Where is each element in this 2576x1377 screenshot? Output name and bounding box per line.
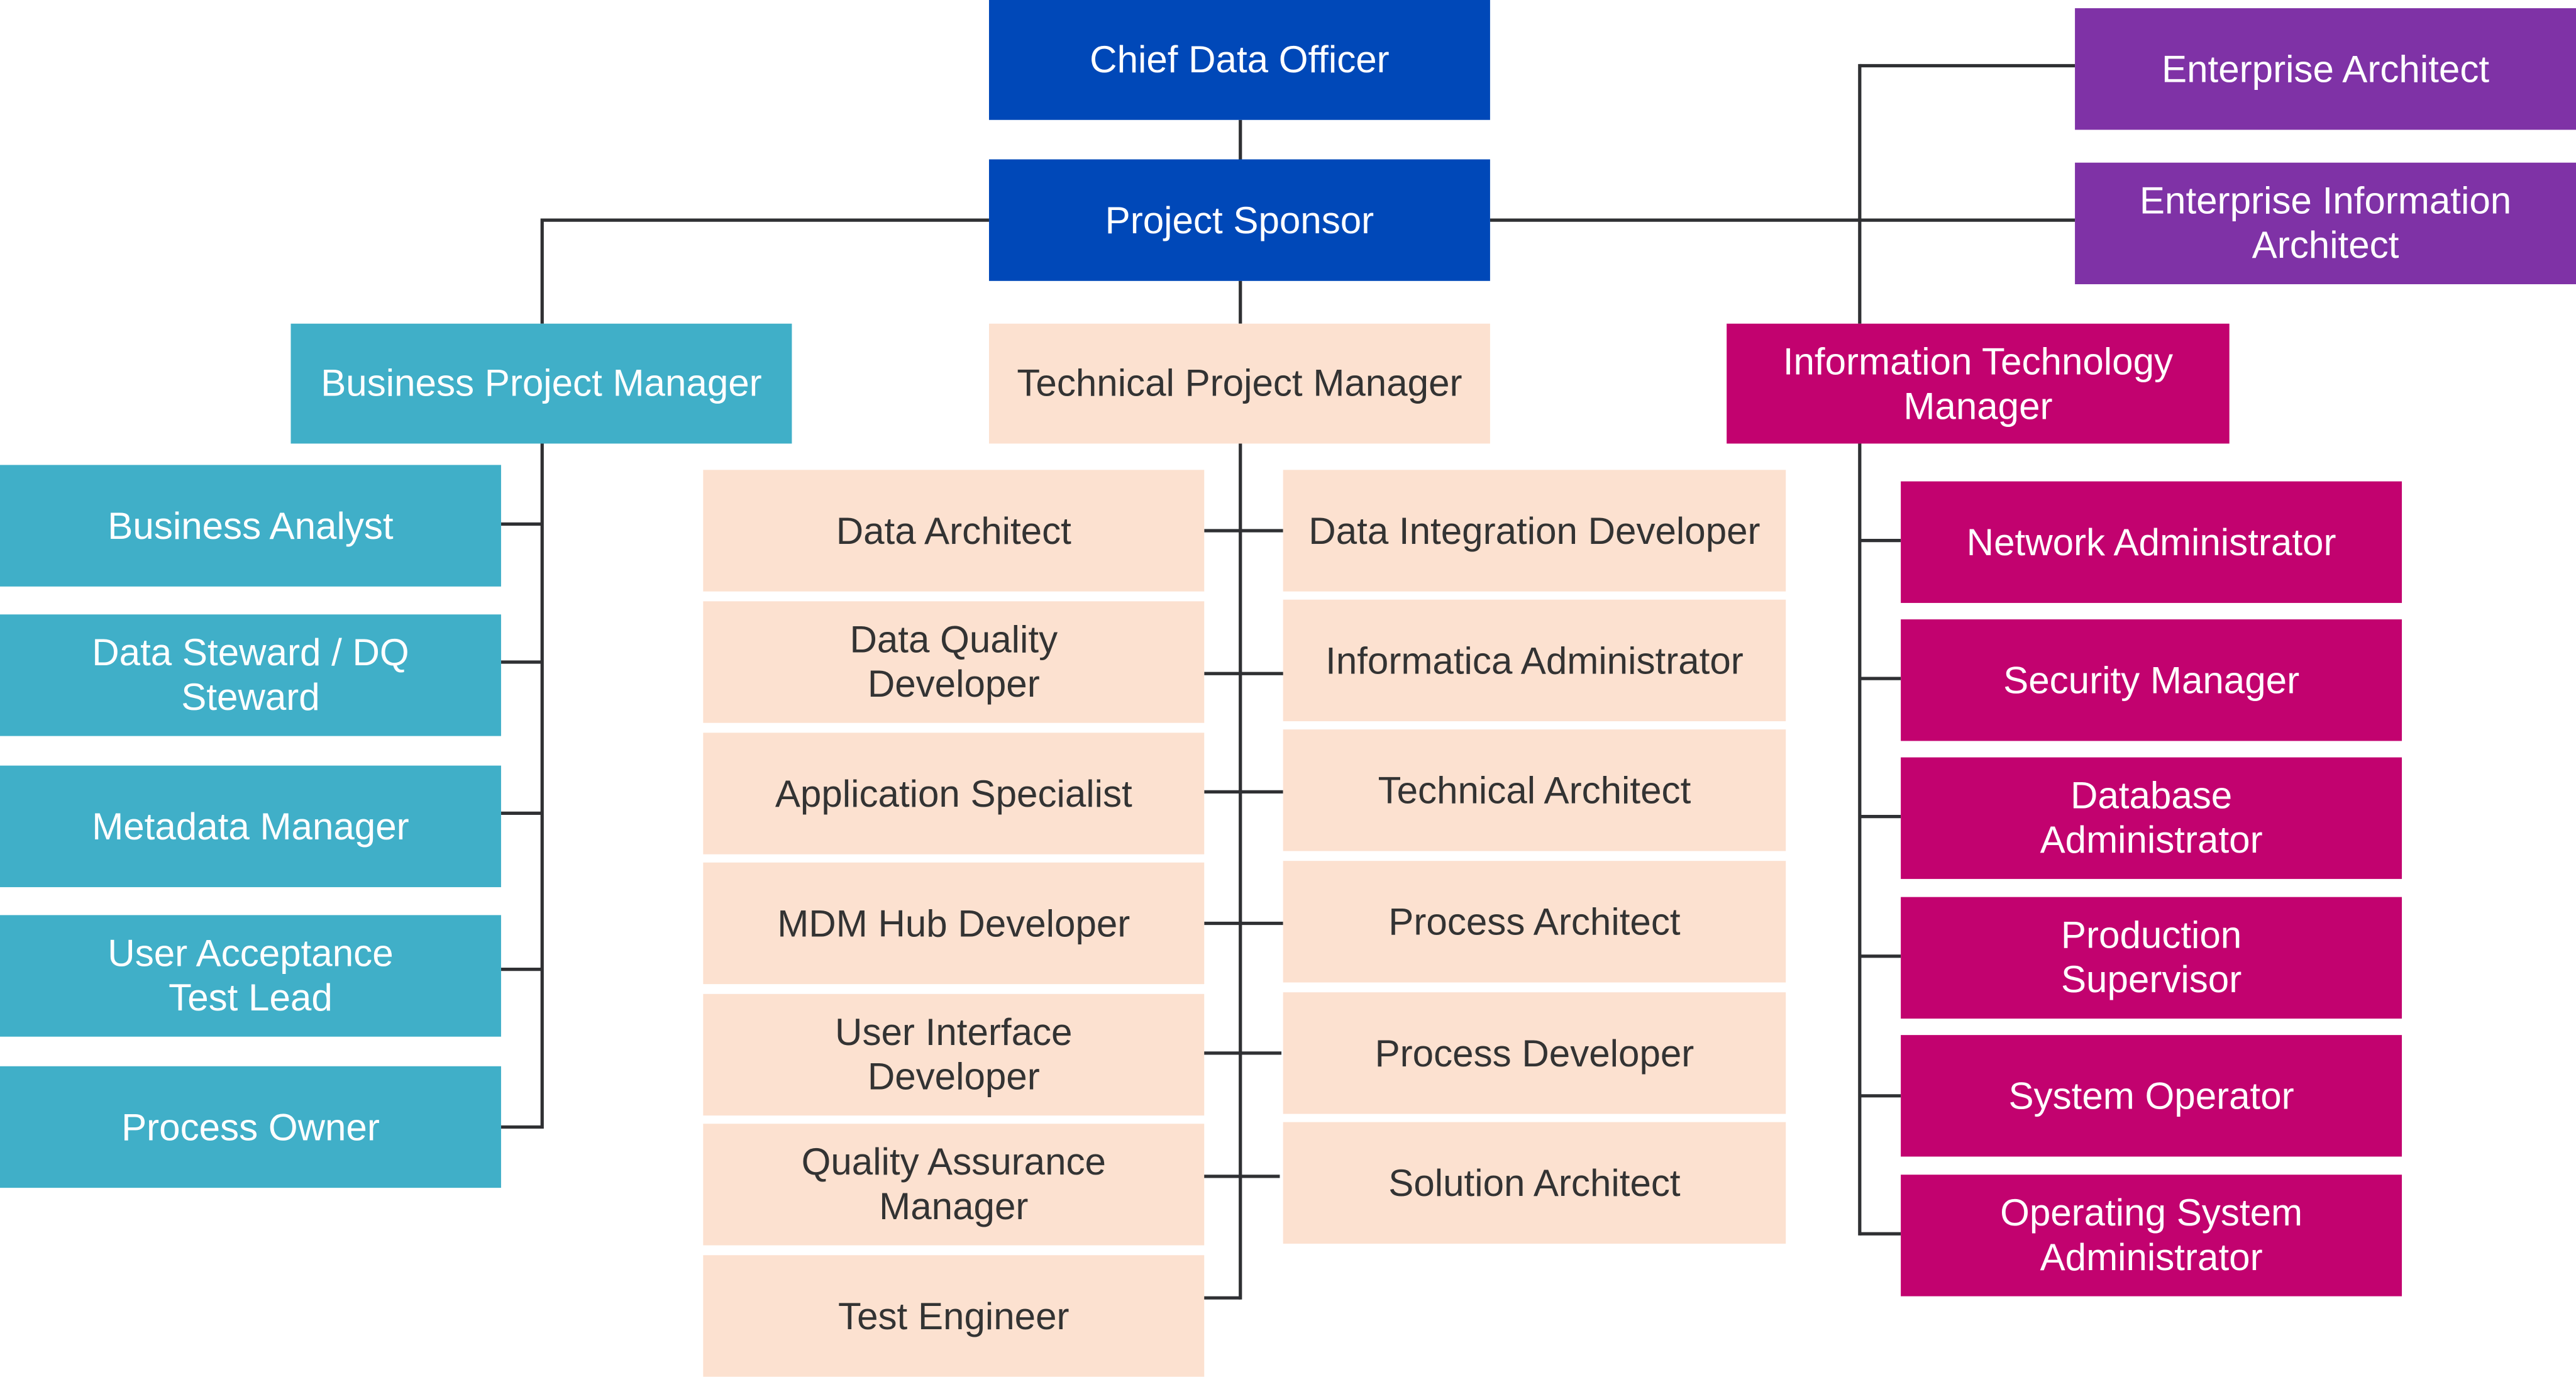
node-business-team: Process Owner [0, 1066, 501, 1188]
node-it-team: Production Supervisor [1901, 897, 2402, 1019]
node-it-team: Operating System Administrator [1901, 1175, 2402, 1297]
node-business-project-manager: Business Project Manager [290, 323, 792, 444]
node-business-team: User Acceptance Test Lead [0, 915, 501, 1037]
node-business-team: Data Steward / DQ Steward [0, 614, 501, 736]
node-technical-team-left: Application Specialist [703, 733, 1205, 854]
node-technical-team-left: MDM Hub Developer [703, 862, 1205, 985]
node-enterprise-information-architect: Enterprise Information Architect [2075, 162, 2576, 285]
node-project-sponsor: Project Sponsor [988, 159, 1490, 281]
node-chief-data-officer: Chief Data Officer [988, 0, 1490, 120]
node-it-team: System Operator [1901, 1035, 2402, 1157]
node-technical-team-right: Process Developer [1283, 992, 1786, 1114]
node-technical-team-right: Technical Architect [1283, 729, 1786, 851]
node-business-team: Metadata Manager [0, 765, 501, 887]
node-technical-team-left: Quality Assurance Manager [703, 1124, 1205, 1246]
node-it-team: Network Administrator [1901, 481, 2402, 603]
node-business-team: Business Analyst [0, 465, 501, 587]
node-it-manager: Information Technology Manager [1727, 323, 2230, 444]
node-it-team: Security Manager [1901, 619, 2402, 741]
node-technical-team-right: Process Architect [1283, 861, 1786, 983]
node-technical-team-right: Solution Architect [1283, 1122, 1786, 1244]
node-technical-team-left: Data Quality Developer [703, 601, 1205, 723]
org-chart: Chief Data Officer Project Sponsor Enter… [0, 0, 2576, 1377]
node-technical-team-left: Data Architect [703, 470, 1205, 592]
node-technical-team-right: Data Integration Developer [1283, 470, 1786, 592]
node-enterprise-architect: Enterprise Architect [2075, 8, 2576, 130]
node-technical-team-right: Informatica Administrator [1283, 599, 1786, 722]
node-it-team: Database Administrator [1901, 757, 2402, 879]
node-technical-team-left: Test Engineer [703, 1255, 1205, 1377]
node-technical-project-manager: Technical Project Manager [988, 323, 1490, 444]
node-technical-team-left: User Interface Developer [703, 993, 1205, 1116]
